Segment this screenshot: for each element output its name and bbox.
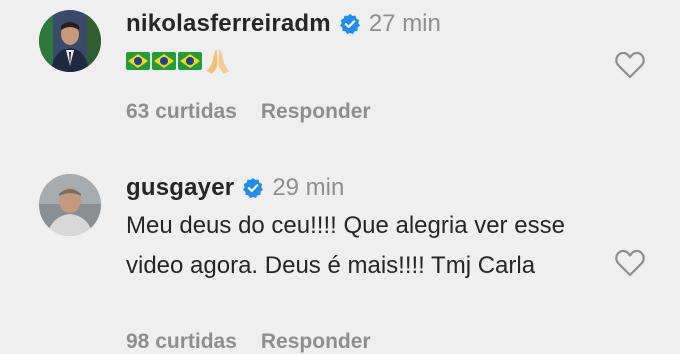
avatar[interactable] — [39, 174, 101, 236]
verified-badge-icon — [339, 13, 360, 34]
heart-icon[interactable] — [614, 50, 646, 80]
reply-button[interactable]: Responder — [261, 330, 371, 354]
comment-item: gusgayer 29 min Meu deus do ceu!!!! Que … — [0, 170, 680, 353]
comment-text — [126, 40, 232, 80]
brazil-flag-emoji-icon — [178, 51, 202, 70]
likes-count[interactable]: 63 curtidas — [126, 100, 237, 124]
likes-count[interactable]: 98 curtidas — [126, 330, 237, 354]
comment-text: Meu deus do ceu!!!! Que alegria ver esse… — [126, 212, 565, 279]
comment-meta: 98 curtidas Responder — [126, 330, 371, 354]
timestamp: 27 min — [368, 10, 441, 37]
brazil-flag-emoji-icon — [126, 51, 150, 70]
reply-button[interactable]: Responder — [261, 100, 371, 124]
comment-header: gusgayer 29 min — [126, 174, 344, 202]
comment-item: nikolasferreiradm 27 min 63 curtidas Res… — [0, 0, 680, 170]
timestamp: 29 min — [272, 174, 345, 201]
comment-header: nikolasferreiradm 27 min — [126, 10, 441, 38]
heart-icon[interactable] — [614, 248, 646, 278]
avatar[interactable] — [39, 10, 101, 72]
folded-hands-emoji-icon — [207, 49, 229, 74]
verified-badge-icon — [243, 177, 264, 198]
brazil-flag-emoji-icon — [152, 51, 176, 70]
comment-meta: 63 curtidas Responder — [126, 100, 371, 124]
username[interactable]: nikolasferreiradm — [126, 10, 331, 38]
username[interactable]: gusgayer — [126, 174, 234, 202]
